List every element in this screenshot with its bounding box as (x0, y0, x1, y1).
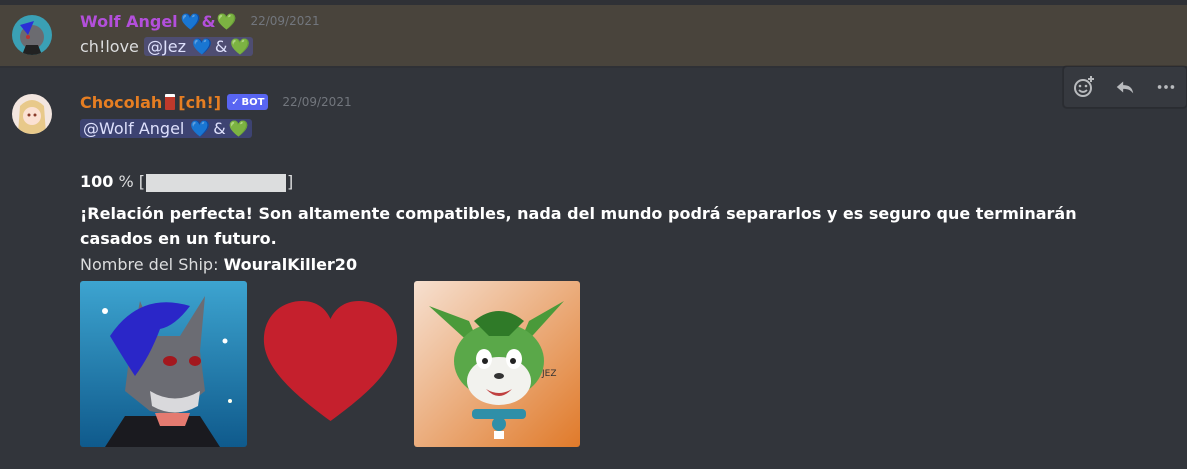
ship-name-line: Nombre del Ship: WouralKiller20 (80, 255, 357, 274)
message-header: Chocolah [ch!] ✓ BOT 22/09/2021 (80, 91, 352, 113)
user-mention[interactable]: @Wolf Angel 💙 & 💚 (80, 119, 252, 138)
ampersand: & (213, 119, 226, 138)
verdict-text: ¡Relación perfecta! Son altamente compat… (80, 204, 1077, 248)
bot-badge-label: BOT (241, 96, 265, 108)
green-heart-icon: 💚 (228, 119, 249, 138)
percent-sign: % (118, 172, 134, 191)
svg-text:JEZ: JEZ (541, 369, 557, 379)
mention-name: @Jez (147, 37, 186, 56)
timestamp[interactable]: 22/09/2021 (250, 14, 319, 28)
bracket-open: [ (138, 172, 146, 191)
message-mention-line: @Wolf Angel 💙 & 💚 (80, 119, 252, 138)
ampersand: & (201, 11, 216, 31)
reply-icon[interactable] (1109, 71, 1141, 103)
love-progress-bar (146, 173, 287, 192)
author-name[interactable]: Wolf Angel (80, 12, 178, 31)
more-icon[interactable] (1150, 71, 1182, 103)
red-heart-image[interactable] (262, 301, 399, 427)
message-actions-toolbar (1063, 66, 1187, 108)
blue-heart-icon: 💙 (180, 11, 201, 31)
message-header: Wolf Angel 💙 & 💚 22/09/2021 (80, 10, 320, 32)
ship-name: WouralKiller20 (223, 255, 358, 274)
percent-value: 100 (80, 172, 114, 191)
command-text: ch!love (80, 37, 139, 56)
message-content: ch!love @Jez 💙 & 💚 (80, 37, 254, 56)
avatar-wolf-angel[interactable] (12, 15, 52, 55)
verified-check-icon: ✓ (231, 96, 240, 108)
add-reaction-icon[interactable] (1068, 71, 1100, 103)
ship-label: Nombre del Ship: (80, 255, 219, 274)
love-percentage-line: 100 % [] (80, 172, 293, 192)
bot-badge: ✓ BOT (227, 94, 269, 110)
blue-heart-icon: 💙 (191, 37, 212, 56)
bracket-close: ] (287, 172, 294, 191)
avatar-chocolah[interactable] (12, 94, 52, 134)
wolf-avatar-image[interactable] (80, 281, 247, 447)
timestamp[interactable]: 22/09/2021 (282, 95, 351, 109)
message-chocolah[interactable]: Chocolah [ch!] ✓ BOT 22/09/2021 @Wolf An… (0, 68, 1187, 469)
green-heart-icon: 💚 (216, 11, 237, 31)
user-mention[interactable]: @Jez 💙 & 💚 (144, 37, 254, 56)
jez-avatar-image[interactable]: JEZ (414, 281, 580, 447)
blue-heart-icon: 💙 (190, 119, 211, 138)
drink-icon (165, 94, 176, 110)
message-wolf-angel[interactable]: Wolf Angel 💙 & 💚 22/09/2021 ch!love @Jez… (0, 5, 1187, 68)
author-name[interactable]: Chocolah (80, 93, 162, 112)
mention-name: @Wolf Angel (83, 119, 185, 138)
ampersand: & (214, 37, 228, 56)
green-heart-icon: 💚 (230, 37, 251, 56)
author-prefix-tag: [ch!] (178, 92, 222, 112)
